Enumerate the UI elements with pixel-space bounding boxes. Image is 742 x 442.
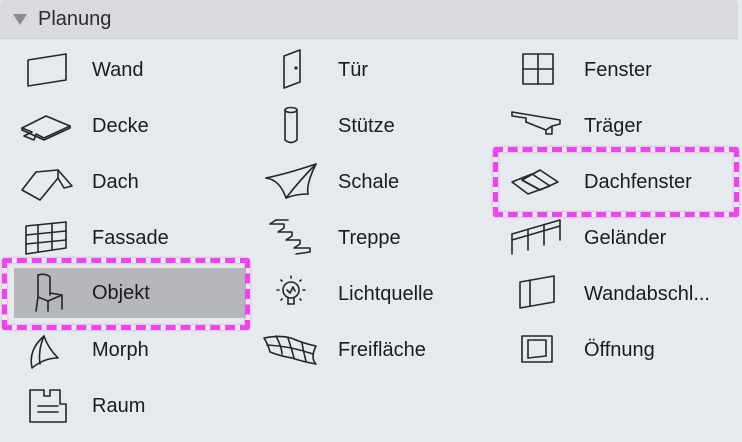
tool-label: Wand xyxy=(92,58,144,81)
tool-label: Objekt xyxy=(92,281,150,304)
tool-gelaender[interactable]: Geländer xyxy=(502,212,738,264)
tool-label: Schale xyxy=(338,170,400,193)
railing-icon xyxy=(502,214,572,262)
section-header-planung[interactable]: Planung xyxy=(0,0,738,39)
tool-dachfenster[interactable]: Dachfenster xyxy=(502,156,738,208)
tool-fenster[interactable]: Fenster xyxy=(502,44,738,96)
tool-label: Lichtquelle xyxy=(338,282,434,305)
morph-icon xyxy=(10,326,80,374)
tool-fassade[interactable]: Fassade xyxy=(10,212,250,264)
disclosure-triangle-down-icon[interactable] xyxy=(12,12,30,26)
tool-label: Raum xyxy=(92,394,146,417)
tool-label: Wandabschl... xyxy=(584,282,710,305)
tool-label: Morph xyxy=(92,338,149,361)
tool-dach[interactable]: Dach xyxy=(10,156,250,208)
tool-label: Fenster xyxy=(584,58,652,81)
shell-icon xyxy=(256,158,326,206)
roof-icon xyxy=(10,158,80,206)
tool-lichtquelle[interactable]: Lichtquelle xyxy=(256,268,496,320)
lightbulb-icon xyxy=(256,270,326,318)
tool-treppe[interactable]: Treppe xyxy=(256,212,496,264)
opening-icon xyxy=(502,326,572,374)
tool-wandabschluss[interactable]: Wandabschl... xyxy=(502,268,738,320)
tool-label: Treppe xyxy=(338,226,401,249)
tool-traeger[interactable]: Träger xyxy=(502,100,738,152)
tool-oeffnung[interactable]: Öffnung xyxy=(502,324,738,376)
tool-label: Stütze xyxy=(338,114,395,137)
skylight-icon xyxy=(502,158,572,206)
tool-label: Öffnung xyxy=(584,338,655,361)
tool-objekt[interactable]: Objekt xyxy=(14,268,246,318)
chair-object-icon xyxy=(14,269,80,317)
slab-icon xyxy=(10,102,80,150)
column-icon xyxy=(256,102,326,150)
tool-decke[interactable]: Decke xyxy=(10,100,250,152)
tool-raum[interactable]: Raum xyxy=(10,380,250,432)
tool-label: Träger xyxy=(584,114,643,137)
mesh-icon xyxy=(256,326,326,374)
tool-morph[interactable]: Morph xyxy=(10,324,250,376)
tool-label: Dach xyxy=(92,170,139,193)
zone-icon xyxy=(10,382,80,430)
window-icon xyxy=(502,46,572,94)
tool-label: Tür xyxy=(338,58,368,81)
toolbox-panel: Planung Wand Tür Fenster Decke Stütze Tr… xyxy=(0,0,742,442)
stair-icon xyxy=(256,214,326,262)
beam-icon xyxy=(502,102,572,150)
tool-schale[interactable]: Schale xyxy=(256,156,496,208)
door-icon xyxy=(256,46,326,94)
wall-end-icon xyxy=(502,270,572,318)
tool-label: Decke xyxy=(92,114,149,137)
tool-wand[interactable]: Wand xyxy=(10,44,250,96)
curtain-wall-icon xyxy=(10,214,80,262)
tool-tuer[interactable]: Tür xyxy=(256,44,496,96)
tool-label: Dachfenster xyxy=(584,170,692,193)
tool-label: Freifläche xyxy=(338,338,426,361)
tool-grid: Wand Tür Fenster Decke Stütze Träger Dac… xyxy=(0,40,742,440)
tool-freiflaeche[interactable]: Freifläche xyxy=(256,324,496,376)
section-title: Planung xyxy=(38,7,112,30)
tool-stuetze[interactable]: Stütze xyxy=(256,100,496,152)
wall-icon xyxy=(10,46,80,94)
tool-label: Fassade xyxy=(92,226,169,249)
tool-label: Geländer xyxy=(584,226,667,249)
